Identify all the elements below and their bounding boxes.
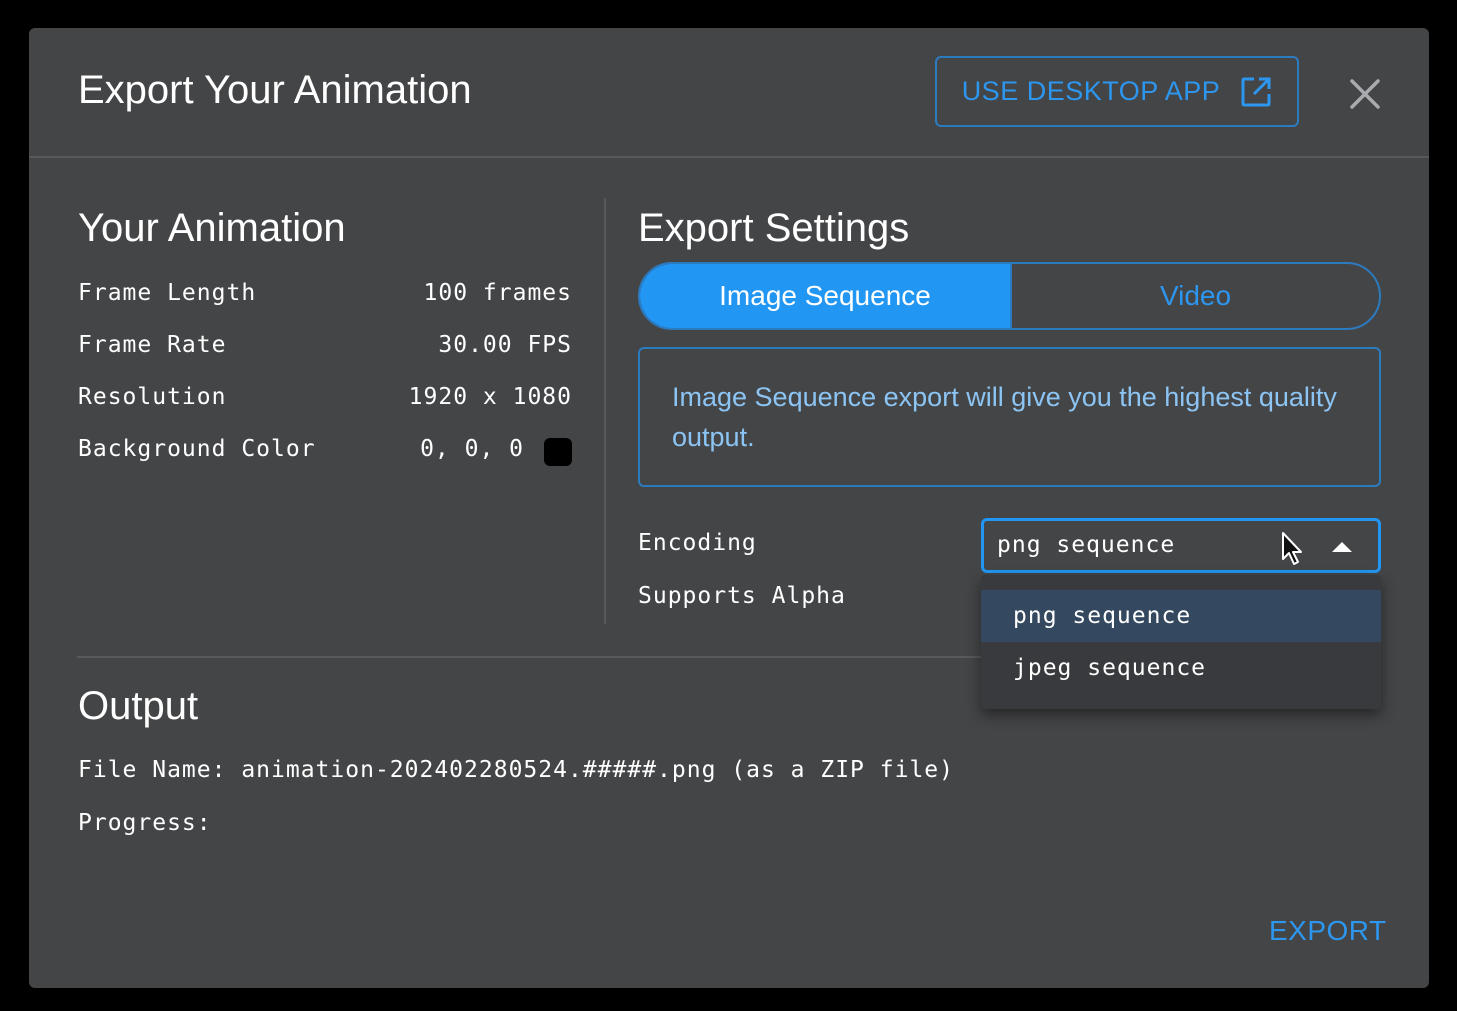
export-info-text: Image Sequence export will give you the …	[672, 382, 1337, 452]
external-link-icon	[1240, 76, 1272, 108]
close-icon[interactable]	[1345, 74, 1385, 114]
resolution-row: Resolution 1920 x 1080	[78, 384, 572, 414]
background-color-swatch	[544, 438, 572, 466]
mouse-pointer-icon	[1281, 531, 1305, 572]
caret-up-icon	[1332, 540, 1352, 558]
background-color-label: Background Color	[78, 436, 316, 462]
frame-rate-label: Frame Rate	[78, 332, 227, 358]
resolution-value: 1920 x 1080	[408, 384, 572, 410]
encoding-dropdown-menu: png sequence jpeg sequence	[981, 575, 1381, 709]
use-desktop-app-label: USE DESKTOP APP	[961, 76, 1221, 106]
background-color-value: 0, 0, 0	[420, 436, 524, 462]
dialog-header: Export Your Animation USE DESKTOP APP	[29, 28, 1429, 158]
export-settings-title: Export Settings	[638, 206, 910, 250]
frame-rate-row: Frame Rate 30.00 FPS	[78, 332, 572, 362]
export-button[interactable]: EXPORT	[1269, 915, 1387, 947]
frame-length-label: Frame Length	[78, 280, 257, 306]
output-progress-label: Progress:	[78, 810, 212, 836]
output-title: Output	[78, 684, 199, 728]
frame-length-row: Frame Length 100 frames	[78, 280, 572, 310]
your-animation-title: Your Animation	[78, 206, 346, 250]
use-desktop-app-button[interactable]: USE DESKTOP APP	[935, 56, 1299, 127]
column-divider	[604, 198, 606, 624]
output-file-name: File Name: animation-202402280524.#####.…	[78, 757, 954, 783]
tab-video[interactable]: Video	[1010, 264, 1379, 328]
dialog-title: Export Your Animation	[78, 68, 472, 112]
export-type-toggle: Image Sequence Video	[638, 262, 1381, 330]
encoding-option-label: png sequence	[1013, 603, 1192, 629]
frame-length-value: 100 frames	[423, 280, 572, 306]
supports-alpha-label: Supports Alpha	[638, 583, 846, 609]
encoding-select-value: png sequence	[997, 532, 1176, 558]
frame-rate-value: 30.00 FPS	[438, 332, 572, 358]
encoding-option-png[interactable]: png sequence	[981, 590, 1381, 642]
tab-image-sequence[interactable]: Image Sequence	[640, 264, 1010, 328]
encoding-option-jpeg[interactable]: jpeg sequence	[981, 642, 1381, 694]
encoding-label: Encoding	[638, 530, 757, 556]
export-dialog: Export Your Animation USE DESKTOP APP Yo…	[29, 28, 1429, 988]
export-info-box: Image Sequence export will give you the …	[638, 347, 1381, 487]
encoding-option-label: jpeg sequence	[1013, 655, 1207, 681]
background-color-row: Background Color 0, 0, 0	[78, 436, 572, 466]
resolution-label: Resolution	[78, 384, 227, 410]
encoding-select[interactable]: png sequence	[981, 518, 1381, 573]
